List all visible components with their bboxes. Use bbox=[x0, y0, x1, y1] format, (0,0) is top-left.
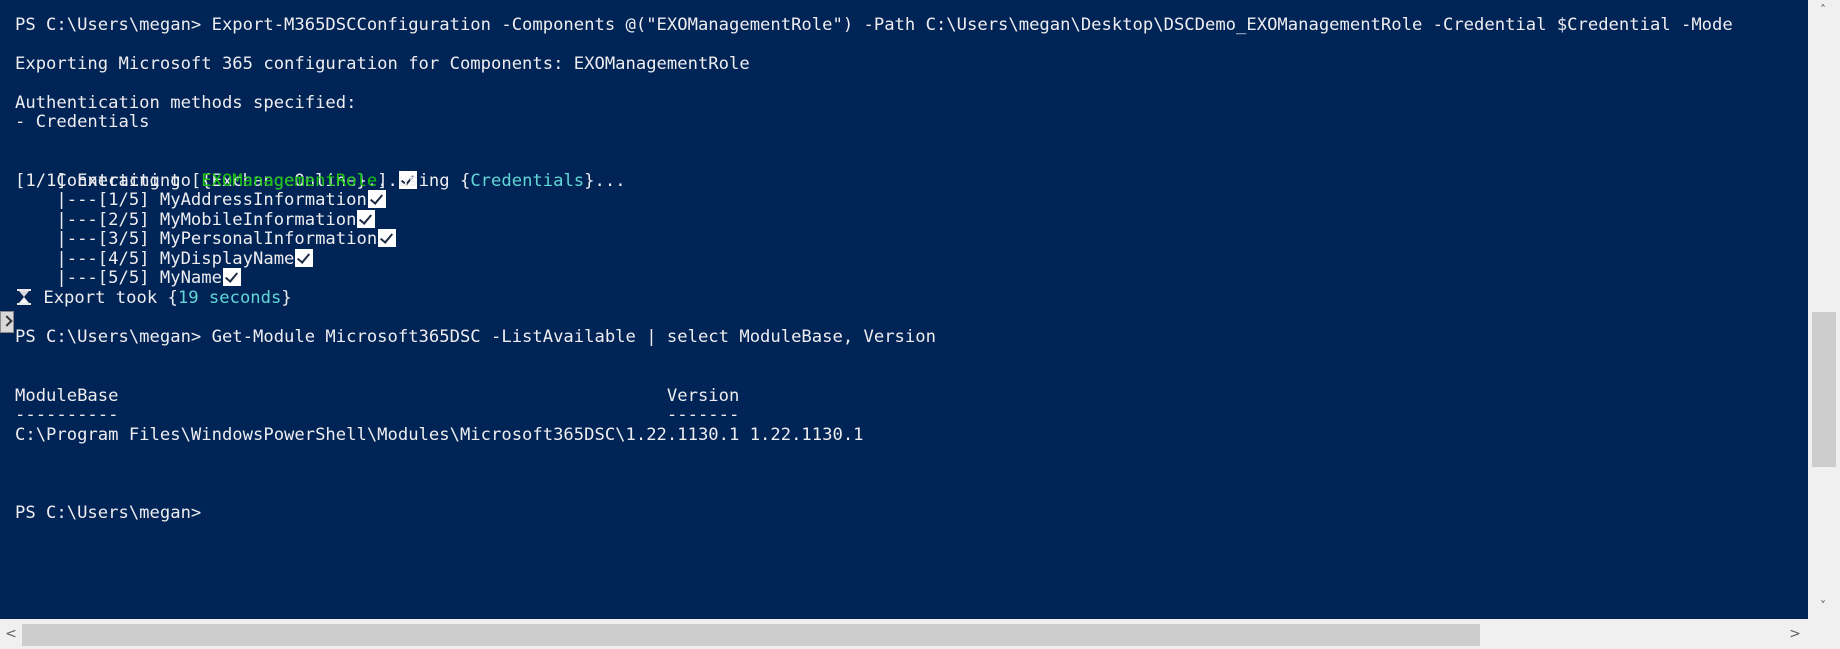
console-line-step-1: |---[1/5] MyAddressInformation bbox=[15, 190, 386, 210]
console-line-step-5: |---[5/5] MyName bbox=[15, 268, 241, 288]
powershell-console[interactable]: PS C:\Users\megan> Export-M365DSCConfigu… bbox=[0, 0, 1808, 619]
scroll-left-arrow-icon[interactable]: < bbox=[4, 624, 18, 644]
console-line-table-row: C:\Program Files\WindowsPowerShell\Modul… bbox=[15, 425, 864, 445]
prompt-marker-icon[interactable] bbox=[0, 311, 14, 333]
console-line-export-duration: Export took {19 seconds} bbox=[15, 288, 292, 308]
horizontal-scrollbar[interactable]: < > bbox=[0, 619, 1808, 649]
hourglass-icon bbox=[17, 289, 31, 305]
console-line-extracting: [1/1] Extracting [EXOManagementRole] usi… bbox=[15, 171, 626, 191]
checkmark-icon bbox=[295, 249, 314, 267]
console-line-step-3: |---[3/5] MyPersonalInformation bbox=[15, 229, 397, 249]
scrollbar-corner bbox=[1808, 619, 1840, 649]
console-line-exporting: Exporting Microsoft 365 configuration fo… bbox=[15, 54, 750, 74]
console-line-credentials: - Credentials bbox=[15, 112, 150, 132]
export-took-prefix: Export took { bbox=[33, 288, 178, 308]
checkmark-icon bbox=[222, 268, 241, 286]
step-1-text: |---[1/5] MyAddressInformation bbox=[15, 190, 367, 210]
export-took-time: 19 seconds bbox=[177, 288, 282, 308]
extracting-mid: ] using { bbox=[377, 171, 471, 191]
checkmark-icon bbox=[378, 229, 397, 247]
step-3-text: |---[3/5] MyPersonalInformation bbox=[15, 229, 378, 249]
console-line-get-module-command: PS C:\Users\megan> Get-Module Microsoft3… bbox=[15, 327, 936, 347]
vertical-scroll-thumb[interactable] bbox=[1812, 312, 1836, 467]
horizontal-scroll-thumb[interactable] bbox=[22, 624, 1480, 646]
step-5-text: |---[5/5] MyName bbox=[15, 268, 222, 288]
extracting-role: EXOManagementRole bbox=[201, 171, 378, 191]
scroll-right-arrow-icon[interactable]: > bbox=[1788, 624, 1802, 644]
extracting-credentials: Credentials bbox=[470, 171, 585, 191]
console-line-table-header: ModuleBase Version bbox=[15, 386, 740, 406]
scroll-down-arrow-icon[interactable]: ˅ bbox=[1818, 600, 1828, 612]
console-line-step-4: |---[4/5] MyDisplayName bbox=[15, 249, 314, 269]
vertical-scrollbar[interactable]: ˄ ˅ bbox=[1808, 0, 1840, 619]
checkmark-icon bbox=[357, 210, 376, 228]
console-line-prompt: PS C:\Users\megan> bbox=[15, 503, 202, 523]
console-line-table-divider: ---------- ------- bbox=[15, 405, 740, 425]
extracting-prefix: [1/1] Extracting [ bbox=[15, 171, 202, 191]
console-line-auth-methods: Authentication methods specified: bbox=[15, 93, 357, 113]
scroll-up-arrow-icon[interactable]: ˄ bbox=[1818, 4, 1828, 16]
console-line-export-command: PS C:\Users\megan> Export-M365DSCConfigu… bbox=[15, 15, 1733, 35]
console-line-connecting: Connecting to {ExchangeOnline}... bbox=[15, 151, 417, 191]
checkmark-icon bbox=[367, 190, 386, 208]
console-line-step-2: |---[2/5] MyMobileInformation bbox=[15, 210, 376, 230]
extracting-suffix: }... bbox=[584, 171, 626, 191]
step-4-text: |---[4/5] MyDisplayName bbox=[15, 249, 295, 269]
export-took-suffix: } bbox=[281, 288, 292, 308]
step-2-text: |---[2/5] MyMobileInformation bbox=[15, 210, 357, 230]
